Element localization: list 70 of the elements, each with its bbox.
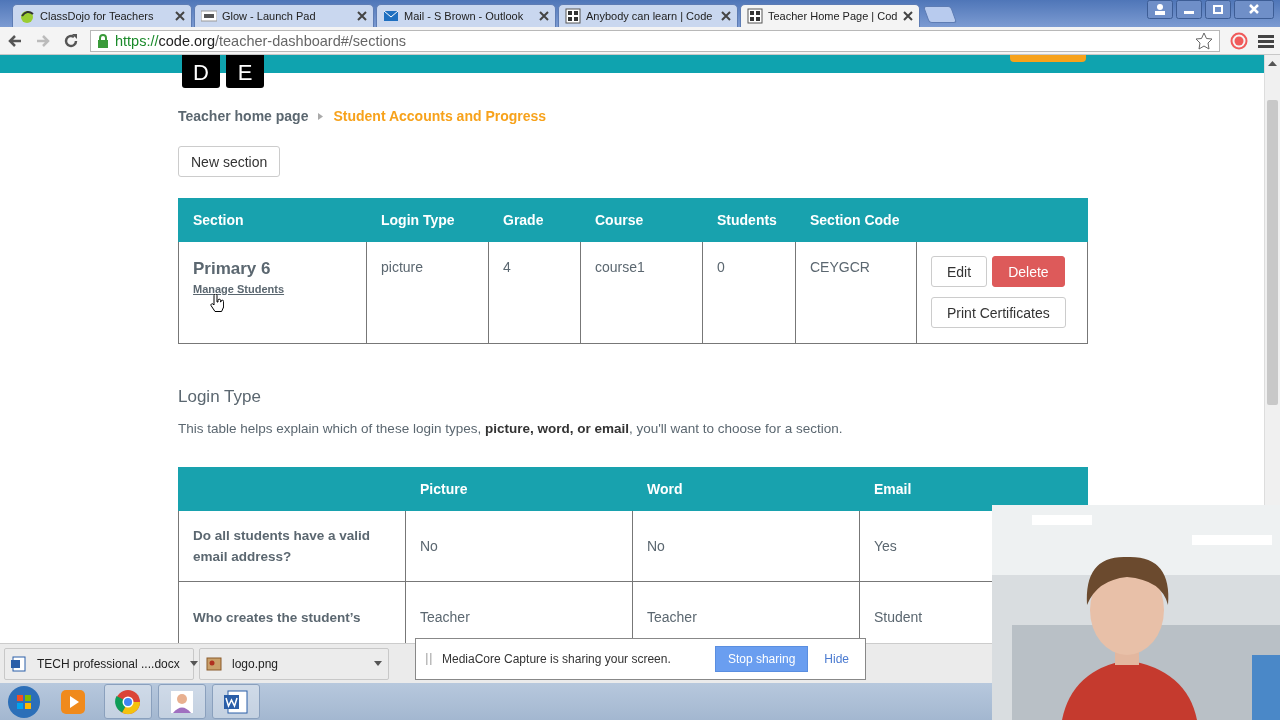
table-cell: No (632, 510, 860, 582)
leaf-icon (19, 8, 35, 24)
question-cell: Do all students have a valid email address? (178, 510, 406, 582)
column-header: Picture (405, 467, 633, 511)
hand-cursor-icon (210, 294, 224, 312)
lock-icon (97, 33, 109, 48)
menu-icon[interactable] (1258, 33, 1274, 48)
logo-tile[interactable]: D (182, 55, 220, 88)
scroll-up-icon[interactable] (1268, 61, 1277, 67)
close-icon[interactable] (175, 11, 185, 21)
close-icon[interactable] (903, 11, 913, 21)
column-header: Students (702, 198, 796, 242)
scrollbar-thumb[interactable] (1267, 100, 1278, 405)
table-cell: 4 (488, 241, 581, 344)
browser-tab[interactable]: Anybody can learn | Code (558, 4, 738, 27)
column-header: Course (580, 198, 703, 242)
new-section-button[interactable]: New section (178, 146, 281, 177)
sharing-message: MediaCore Capture is sharing your screen. (442, 652, 672, 666)
grip-icon (426, 653, 432, 665)
user-icon[interactable] (158, 684, 206, 719)
image-file-icon (206, 655, 222, 672)
scrollbar[interactable] (1264, 55, 1280, 505)
section-name: Primary 6 (193, 259, 272, 279)
document-icon (11, 655, 27, 672)
column-header: Section (178, 198, 367, 242)
grid-icon (747, 8, 763, 24)
glow-icon (201, 8, 217, 24)
close-icon[interactable] (539, 11, 549, 21)
action-button[interactable]: Edit (931, 256, 988, 287)
column-header: Section Code (795, 198, 917, 242)
new-tab-button[interactable] (922, 6, 958, 23)
action-button[interactable]: Delete (992, 256, 1065, 287)
reload-icon[interactable] (62, 31, 80, 50)
close-icon[interactable] (1234, 0, 1274, 19)
breadcrumb-separator-icon (318, 112, 324, 120)
restore-icon[interactable] (1205, 0, 1231, 19)
browser-tab[interactable]: Teacher Home Page | Cod (740, 4, 920, 27)
table-cell: picture (366, 241, 489, 344)
record-icon[interactable] (1230, 31, 1248, 50)
section-heading: Login Type (178, 387, 262, 407)
column-header: Login Type (366, 198, 489, 242)
caret-icon[interactable] (189, 661, 198, 666)
grid-icon (565, 8, 581, 24)
action-button[interactable]: Print Certificates (931, 297, 1066, 328)
chrome-icon[interactable] (104, 684, 152, 719)
caret-icon[interactable] (374, 661, 382, 666)
start-orb-icon[interactable] (6, 683, 42, 720)
manage-students-link[interactable]: Manage Students (193, 283, 285, 295)
star-icon[interactable] (1195, 31, 1213, 50)
close-icon[interactable] (357, 11, 367, 21)
browser-tab[interactable]: Glow - Launch Pad (194, 4, 374, 27)
close-icon[interactable] (721, 11, 731, 21)
column-header: Email (859, 467, 1088, 511)
table-cell: course1 (580, 241, 703, 344)
minimize-icon[interactable] (1176, 0, 1202, 19)
column-header: Grade (488, 198, 581, 242)
user-icon[interactable] (1147, 0, 1173, 19)
breadcrumb-link[interactable]: Teacher home page (178, 108, 309, 124)
table-cell: No (405, 510, 633, 582)
table-cell: 0 (702, 241, 796, 344)
table-cell: CEYGCR (795, 241, 917, 344)
logo-tile[interactable]: E (226, 55, 264, 88)
envelope-icon (383, 8, 399, 24)
word-icon[interactable] (212, 684, 260, 719)
download-item[interactable]: logo.png (199, 647, 389, 680)
column-header: Word (632, 467, 860, 511)
browser-tab[interactable]: ClassDojo for Teachers (12, 4, 192, 27)
hide-link[interactable]: Hide (824, 652, 849, 666)
browser-tab[interactable]: Mail - S Brown - Outlook (376, 4, 556, 27)
description-text: This table helps explain which of these login types, picture, word, or email, you'll want to choose for a section. (178, 421, 844, 436)
